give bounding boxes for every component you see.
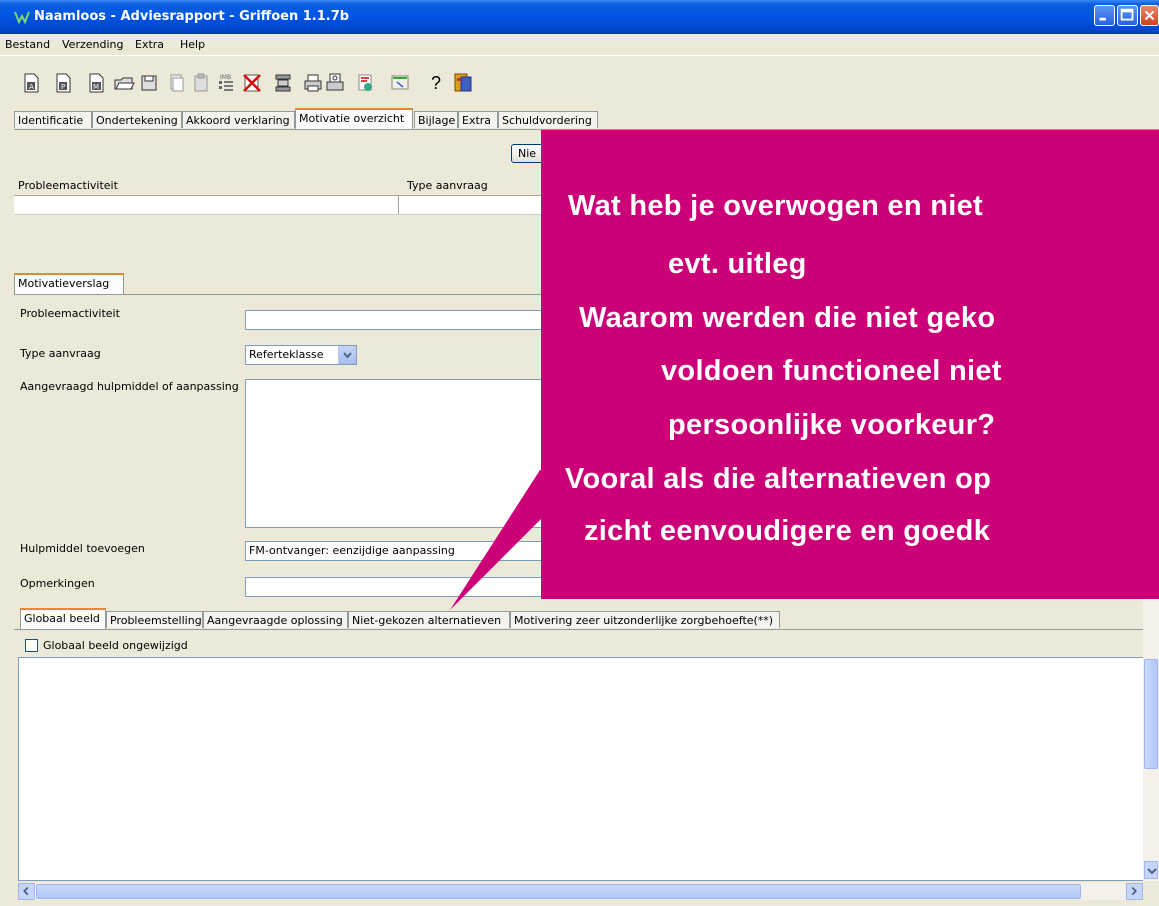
col-type-aanvraag[interactable]: Type aanvraag [407, 179, 488, 192]
callout-line-7: zicht eenvoudigere en goedk [584, 515, 991, 547]
type-aanvraag-value: Referteklasse [249, 348, 324, 361]
callout-line-2: evt. uitleg [668, 248, 807, 280]
open-folder-icon[interactable] [113, 72, 135, 94]
scrollbar-thumb-horizontal[interactable] [36, 884, 1081, 899]
callout-box: Wat heb je overwogen en niet evt. uitleg… [541, 130, 1159, 599]
probleemactiviteit-input[interactable] [245, 310, 545, 330]
tab-globaal-beeld[interactable]: Globaal beeld [20, 608, 106, 629]
callout-line-5: persoonlijke voorkeur? [668, 409, 996, 441]
menu-verzending[interactable]: Verzending [62, 38, 123, 51]
scrollbar-thumb[interactable] [1144, 659, 1158, 769]
tab-bijlage[interactable]: Bijlage [414, 111, 458, 128]
app-logo-icon [14, 11, 30, 24]
scroll-down-button[interactable] [1144, 861, 1158, 879]
callout-line-3: Waarom werden die niet geko [579, 302, 996, 334]
chevron-down-icon [1147, 868, 1157, 875]
maximize-icon [1120, 8, 1134, 21]
scroll-left-button[interactable] [18, 883, 35, 900]
probleemactiviteit-label: Probleemactiviteit [20, 307, 120, 320]
tab-identificatie[interactable]: Identificatie [14, 111, 92, 128]
imb-icon[interactable]: IMB [215, 72, 237, 94]
minimize-icon [1099, 17, 1106, 21]
callout-line-6: Vooral als die alternatieven op [565, 463, 992, 495]
grid-column-divider [398, 196, 399, 214]
callout-line-4: voldoen functioneel niet [661, 355, 1002, 387]
print-icon[interactable] [302, 72, 324, 94]
delete-icon[interactable] [241, 72, 263, 94]
aangevraagd-label: Aangevraagd hulpmiddel of aanpassing [20, 380, 239, 393]
opmerkingen-label: Opmerkingen [20, 577, 95, 590]
tab-probleemstelling[interactable]: Probleemstelling [106, 611, 203, 628]
print-preview-icon[interactable] [324, 72, 346, 94]
sub-tab-row: Motivatieverslag [14, 272, 544, 294]
close-icon [1144, 10, 1155, 21]
globaal-beeld-checkbox[interactable] [25, 639, 38, 652]
overview-grid-row[interactable] [14, 196, 544, 215]
svg-text:A: A [29, 83, 34, 91]
send-icon[interactable] [354, 72, 376, 94]
hulpmiddel-label: Hulpmiddel toevoegen [20, 542, 145, 555]
copy-doc-icon[interactable] [165, 72, 187, 94]
dropdown-button[interactable] [338, 346, 356, 364]
title-bar[interactable]: Naamloos - Adviesrapport - Griffoen 1.1.… [0, 0, 1159, 34]
help-icon[interactable]: ? [425, 72, 447, 94]
document-a-icon[interactable]: A [20, 72, 42, 94]
toolbar: A P M IMB ? [0, 55, 1159, 108]
window-title: Naamloos - Adviesrapport - Griffoen 1.1.… [34, 9, 350, 24]
horizontal-scrollbar[interactable] [18, 883, 1143, 900]
menu-extra[interactable]: Extra [135, 38, 164, 51]
svg-text:P: P [61, 83, 65, 91]
menu-bestand[interactable]: Bestand [5, 38, 50, 51]
divider [14, 294, 544, 295]
tab-aangevraagde-oplossing[interactable]: Aangevraagde oplossing [203, 611, 348, 628]
type-aanvraag-select[interactable]: Referteklasse [245, 345, 357, 365]
document-p-icon[interactable]: P [52, 72, 74, 94]
maximize-button[interactable] [1117, 5, 1138, 26]
callout-line-1: Wat heb je overwogen en niet [568, 190, 983, 222]
top-tab-row: Identificatie Ondertekening Akkoord verk… [0, 107, 1159, 129]
vertical-scrollbar[interactable] [1143, 599, 1159, 881]
svg-text:IMB: IMB [220, 74, 231, 81]
paste-doc-icon[interactable] [190, 72, 212, 94]
document-m-icon[interactable]: M [85, 72, 107, 94]
globaal-beeld-checkbox-label: Globaal beeld ongewijzigd [43, 639, 188, 652]
minimize-button[interactable] [1094, 5, 1115, 26]
tab-motivatie-overzicht[interactable]: Motivatie overzicht [295, 108, 413, 129]
type-aanvraag-label: Type aanvraag [20, 347, 101, 360]
chevron-right-icon [1131, 886, 1138, 896]
tab-ondertekening[interactable]: Ondertekening [92, 111, 182, 128]
globaal-beeld-textarea[interactable] [18, 657, 1159, 881]
database-icon[interactable] [272, 72, 294, 94]
tab-motivatieverslag[interactable]: Motivatieverslag [14, 273, 124, 294]
menu-help[interactable]: Help [180, 38, 205, 51]
overview-grid-header: Probleemactiviteit Type aanvraag [14, 175, 544, 196]
menu-bar: Bestand Verzending Extra Help [0, 34, 1159, 54]
close-button[interactable] [1140, 5, 1159, 26]
tab-akkoord-verklaring[interactable]: Akkoord verklaring [182, 111, 295, 128]
scroll-right-button[interactable] [1126, 883, 1143, 900]
tab-extra[interactable]: Extra [458, 111, 498, 128]
svg-text:M: M [93, 83, 99, 91]
chevron-left-icon [23, 886, 29, 896]
tab-schuldvordering[interactable]: Schuldvordering [498, 111, 598, 128]
export-icon[interactable] [389, 72, 411, 94]
col-probleemactiviteit[interactable]: Probleemactiviteit [18, 179, 118, 192]
exit-icon[interactable] [452, 72, 474, 94]
save-icon[interactable] [138, 72, 160, 94]
chevron-down-icon [343, 352, 352, 359]
